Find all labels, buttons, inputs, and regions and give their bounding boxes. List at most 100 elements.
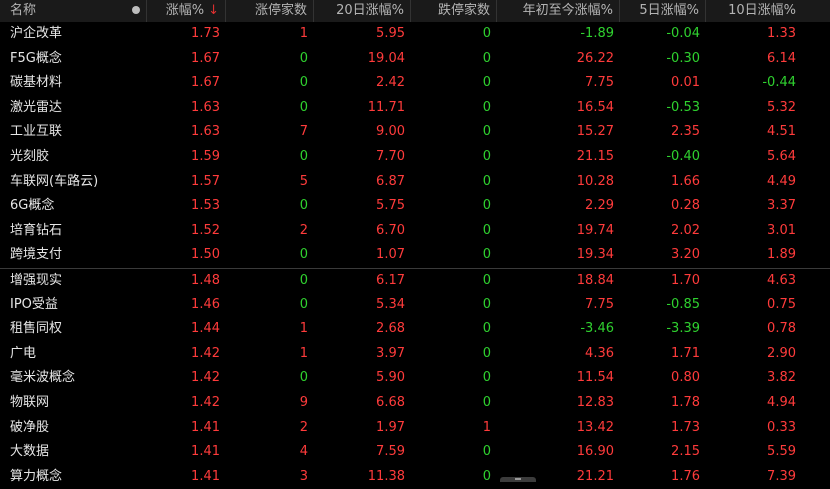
- scroll-handle[interactable]: [500, 477, 536, 482]
- cell-limit-up-count: 0: [299, 149, 308, 164]
- cell-change-20d: 7.70: [376, 149, 405, 164]
- cell-limit-down-count: 0: [482, 444, 491, 460]
- cell-change-pct: 1.67: [191, 75, 220, 91]
- table-row[interactable]: IPO受益 1.46 0 5.34 0 7.75 -0.85 0.75: [0, 293, 830, 318]
- table-row[interactable]: 培育钻石 1.52 2 6.70 0 19.74 2.02 3.01: [0, 219, 830, 244]
- cell-ytd-change: 18.84: [576, 273, 614, 288]
- cell-limit-up-count: 0: [299, 75, 308, 91]
- column-header-change-pct[interactable]: 涨幅% ↓: [147, 0, 226, 22]
- cell-sector-name: 物联网: [10, 395, 50, 410]
- column-header-dot[interactable]: [126, 0, 147, 22]
- cell-limit-up-count: 0: [299, 370, 308, 386]
- table-row[interactable]: 大数据 1.41 4 7.59 0 16.90 2.15 5.59: [0, 440, 830, 465]
- cell-change-20d: 6.17: [376, 273, 405, 288]
- cell-change-20d: 6.68: [376, 395, 405, 410]
- column-header-change-10d[interactable]: 10日涨幅%: [706, 0, 804, 22]
- cell-limit-down-count: 0: [482, 222, 491, 238]
- cell-change-pct: 1.63: [191, 124, 220, 140]
- cell-ytd-change: -1.89: [580, 26, 614, 41]
- table-row[interactable]: 租售同权 1.44 1 2.68 0 -3.46 -3.39 0.78: [0, 317, 830, 342]
- cell-sector-name: 车联网(车路云): [10, 173, 99, 189]
- cell-change-5d: -0.53: [666, 99, 700, 115]
- table-row[interactable]: 沪企改革 1.73 1 5.95 0 -1.89 -0.04 1.33: [0, 22, 830, 47]
- table-row[interactable]: 跨境支付 1.50 0 1.07 0 19.34 3.20 1.89: [0, 243, 830, 268]
- cell-change-20d: 3.97: [376, 345, 405, 361]
- cell-limit-down-count: 0: [482, 296, 491, 312]
- cell-change-20d: 6.70: [376, 222, 405, 238]
- table-row[interactable]: F5G概念 1.67 0 19.04 0 26.22 -0.30 6.14: [0, 47, 830, 72]
- cell-change-5d: 0.01: [671, 75, 700, 91]
- cell-change-10d: 4.94: [767, 395, 796, 410]
- cell-change-5d: 1.66: [671, 173, 700, 189]
- cell-limit-up-count: 7: [299, 124, 308, 140]
- cell-sector-name: 沪企改革: [10, 26, 63, 41]
- cell-change-10d: 6.14: [767, 50, 796, 66]
- cell-limit-up-count: 0: [299, 50, 308, 66]
- cell-change-5d: 1.70: [671, 273, 700, 288]
- cell-change-20d: 11.38: [367, 468, 405, 484]
- cell-sector-name: 毫米波概念: [10, 370, 76, 386]
- table-row[interactable]: 物联网 1.42 9 6.68 0 12.83 1.78 4.94: [0, 391, 830, 416]
- cell-change-pct: 1.63: [191, 99, 220, 115]
- cell-change-pct: 1.50: [191, 247, 220, 263]
- cell-limit-down-count: 0: [482, 75, 491, 91]
- table-row[interactable]: 破净股 1.41 2 1.97 1 13.42 1.73 0.33: [0, 416, 830, 441]
- cell-sector-name: 光刻胶: [10, 149, 50, 164]
- cell-ytd-change: 26.22: [576, 50, 614, 66]
- cell-change-pct: 1.53: [191, 198, 220, 214]
- cell-change-pct: 1.48: [191, 273, 220, 288]
- cell-change-10d: 1.89: [767, 247, 796, 263]
- table-row[interactable]: 碳基材料 1.67 0 2.42 0 7.75 0.01 -0.44: [0, 71, 830, 96]
- cell-limit-down-count: 0: [482, 124, 491, 140]
- cell-limit-down-count: 0: [482, 198, 491, 214]
- table-row[interactable]: 毫米波概念 1.42 0 5.90 0 11.54 0.80 3.82: [0, 366, 830, 391]
- cell-sector-name: IPO受益: [10, 296, 58, 312]
- cell-change-10d: 3.82: [767, 370, 796, 386]
- cell-sector-name: 破净股: [10, 419, 50, 435]
- cell-sector-name: F5G概念: [10, 50, 62, 66]
- column-header-limit-up-count[interactable]: 涨停家数: [226, 0, 314, 22]
- cell-sector-name: 算力概念: [10, 468, 63, 484]
- column-header-change-20d[interactable]: 20日涨幅%: [314, 0, 411, 22]
- cell-change-20d: 7.59: [376, 444, 405, 460]
- cell-change-pct: 1.42: [191, 345, 220, 361]
- table-row[interactable]: 6G概念 1.53 0 5.75 0 2.29 0.28 3.37: [0, 194, 830, 219]
- grip-icon: [515, 478, 521, 480]
- cell-ytd-change: 19.74: [576, 222, 614, 238]
- cell-change-5d: -0.04: [666, 26, 700, 41]
- cell-limit-down-count: 0: [482, 173, 491, 189]
- cell-limit-down-count: 0: [482, 345, 491, 361]
- cell-sector-name: 广电: [10, 345, 37, 361]
- cell-ytd-change: 10.28: [576, 173, 614, 189]
- table-row[interactable]: 车联网(车路云) 1.57 5 6.87 0 10.28 1.66 4.49: [0, 170, 830, 195]
- cell-limit-up-count: 5: [299, 173, 308, 189]
- table-row[interactable]: 工业互联 1.63 7 9.00 0 15.27 2.35 4.51: [0, 120, 830, 145]
- cell-ytd-change: 12.83: [576, 395, 614, 410]
- cell-limit-up-count: 1: [299, 345, 308, 361]
- table-row[interactable]: 广电 1.42 1 3.97 0 4.36 1.71 2.90: [0, 342, 830, 367]
- cell-sector-name: 培育钻石: [10, 222, 63, 238]
- cell-change-5d: 2.35: [671, 124, 700, 140]
- table-header: 名称 涨幅% ↓ 涨停家数 20日涨幅% 跌停家数 年初至今涨幅% 5日涨幅% 1…: [0, 0, 830, 22]
- column-header-ytd-change[interactable]: 年初至今涨幅%: [497, 0, 620, 22]
- cell-limit-down-count: 0: [482, 26, 491, 41]
- cell-change-10d: 1.33: [767, 26, 796, 41]
- cell-ytd-change: 21.15: [576, 149, 614, 164]
- cell-sector-name: 跨境支付: [10, 247, 63, 263]
- column-header-change-5d[interactable]: 5日涨幅%: [620, 0, 706, 22]
- cell-limit-down-count: 0: [482, 273, 491, 288]
- table-row[interactable]: 激光雷达 1.63 0 11.71 0 16.54 -0.53 5.32: [0, 96, 830, 121]
- column-header-name[interactable]: 名称: [10, 0, 130, 22]
- cell-change-10d: 3.01: [767, 222, 796, 238]
- cell-limit-down-count: 0: [482, 370, 491, 386]
- sector-ranking-table: 名称 涨幅% ↓ 涨停家数 20日涨幅% 跌停家数 年初至今涨幅% 5日涨幅% 1…: [0, 0, 830, 484]
- cell-change-5d: -0.30: [666, 50, 700, 66]
- cell-change-10d: 4.49: [767, 173, 796, 189]
- column-header-limit-down-count[interactable]: 跌停家数: [411, 0, 497, 22]
- cell-change-20d: 6.87: [376, 173, 405, 189]
- table-row[interactable]: 算力概念 1.41 3 11.38 0 21.21 1.76 7.39: [0, 465, 830, 489]
- table-row[interactable]: 增强现实 1.48 0 6.17 0 18.84 1.70 4.63: [0, 268, 830, 293]
- cell-ytd-change: 13.42: [576, 419, 614, 435]
- cell-limit-up-count: 3: [299, 468, 308, 484]
- table-row[interactable]: 光刻胶 1.59 0 7.70 0 21.15 -0.40 5.64: [0, 145, 830, 170]
